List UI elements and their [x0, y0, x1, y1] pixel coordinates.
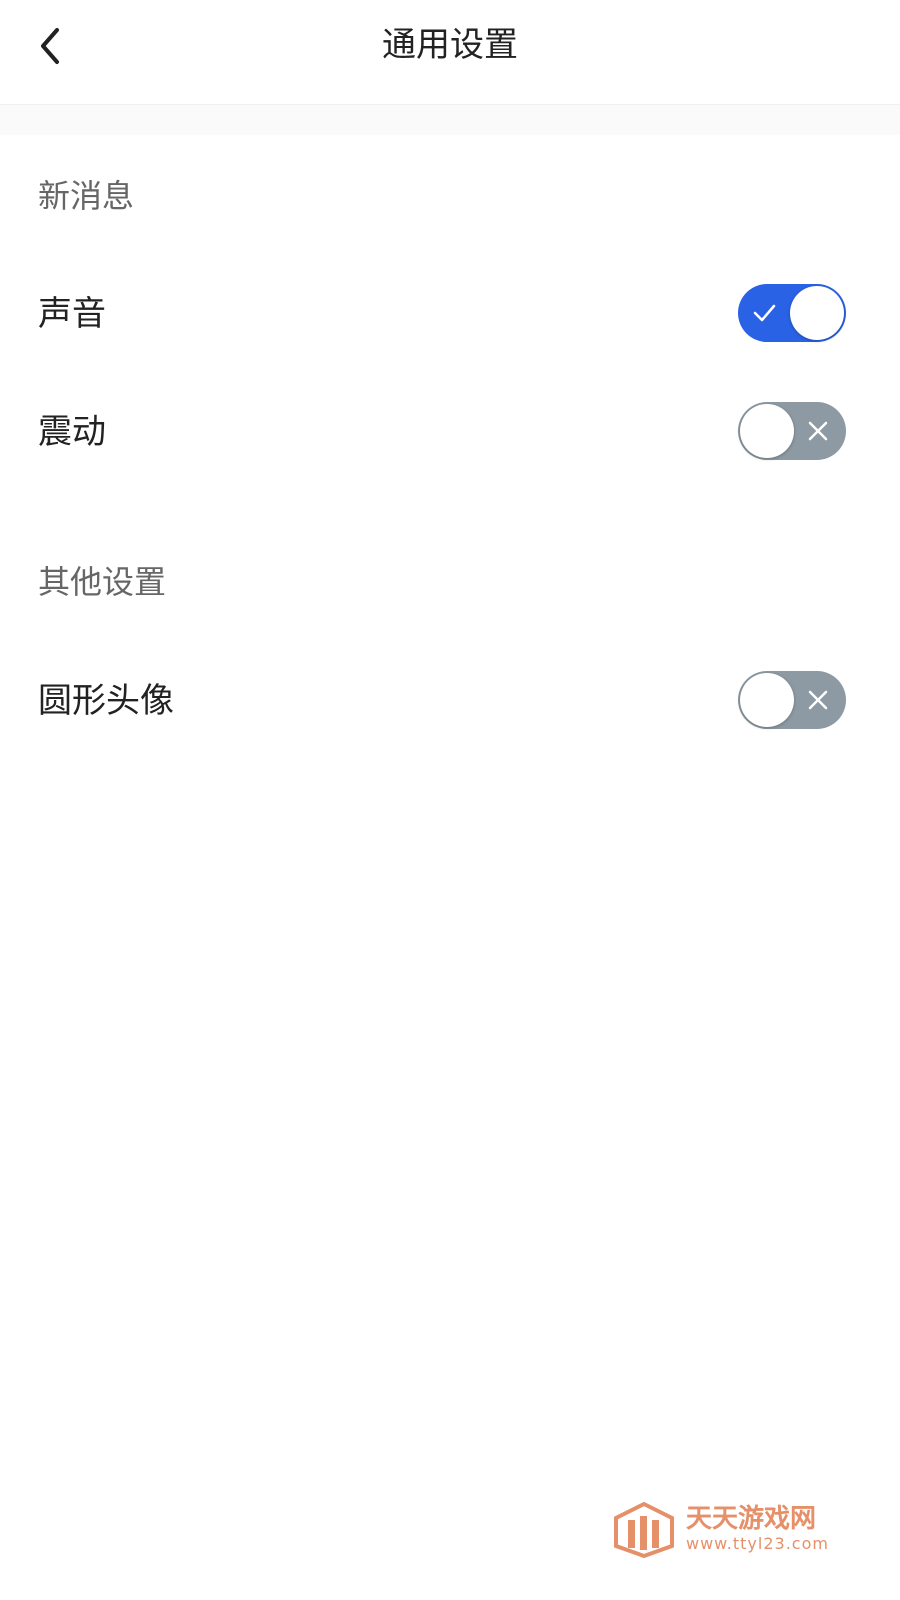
- toggle-knob: [790, 286, 844, 340]
- setting-row-sound: 声音: [0, 274, 900, 354]
- sound-toggle[interactable]: [738, 284, 846, 342]
- page-title: 通用设置: [382, 25, 518, 65]
- header-bar: 通用设置: [0, 0, 900, 104]
- watermark-logo-icon: [614, 1502, 674, 1558]
- watermark: 天天游戏网 www.ttyl23.com: [614, 1500, 854, 1560]
- setting-label-vibration: 震动: [38, 412, 106, 452]
- settings-page: 通用设置 新消息 声音 震动 其他设置 圆形头像 天天游戏网 www.ttyl2…: [0, 0, 900, 1600]
- section-title-new-message: 新消息: [38, 177, 135, 215]
- header-divider: [0, 104, 900, 135]
- close-icon: [808, 690, 828, 710]
- toggle-knob: [740, 404, 794, 458]
- setting-row-round-avatar: 圆形头像: [0, 661, 900, 741]
- watermark-name: 天天游戏网: [686, 1504, 817, 1534]
- close-icon: [808, 421, 828, 441]
- section-title-other-settings: 其他设置: [38, 563, 167, 601]
- round-avatar-toggle[interactable]: [738, 671, 846, 729]
- setting-label-round-avatar: 圆形头像: [38, 681, 174, 721]
- watermark-url: www.ttyl23.com: [686, 1534, 829, 1553]
- toggle-knob: [740, 673, 794, 727]
- setting-label-sound: 声音: [38, 294, 106, 334]
- setting-row-vibration: 震动: [0, 392, 900, 472]
- check-icon: [753, 304, 776, 322]
- vibration-toggle[interactable]: [738, 402, 846, 460]
